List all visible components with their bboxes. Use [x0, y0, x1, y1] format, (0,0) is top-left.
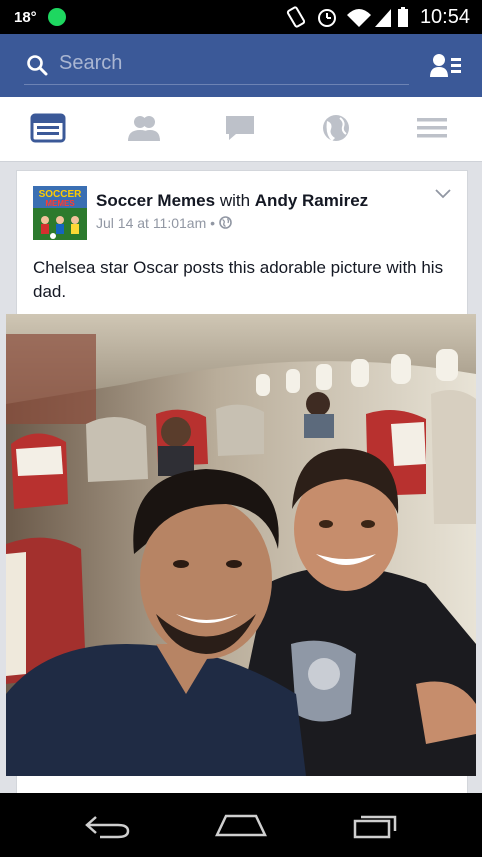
messages-icon [226, 116, 254, 140]
status-icons [286, 6, 408, 28]
back-icon[interactable] [82, 813, 132, 839]
wifi-icon [347, 9, 371, 27]
public-globe-icon [219, 216, 232, 229]
post-author-line: Soccer Memes with Andy Ramirez [96, 191, 368, 211]
tab-messages[interactable] [192, 97, 288, 161]
selfie-photo-illustration [6, 314, 476, 776]
home-icon[interactable] [214, 813, 268, 839]
tab-notifications[interactable] [288, 97, 384, 161]
recent-apps-icon[interactable] [352, 813, 400, 839]
vibrate-icon [286, 6, 306, 28]
tab-friend-requests[interactable] [96, 97, 192, 161]
tab-news-feed[interactable] [0, 97, 96, 161]
clock: 10:54 [419, 6, 470, 28]
svg-text:MEMES: MEMES [45, 199, 75, 208]
post-message: Chelsea star Oscar posts this adorable p… [33, 258, 444, 301]
globe-icon [323, 115, 349, 141]
chevron-down-icon[interactable] [435, 189, 451, 199]
temperature: 18° [14, 9, 37, 26]
app-bar: Search [0, 34, 482, 97]
friends-icon [128, 116, 160, 141]
system-nav-bar [0, 793, 482, 857]
search-input[interactable]: Search [24, 46, 409, 85]
post-timestamp[interactable]: Jul 14 at 11:01am [96, 215, 206, 231]
battery-icon [398, 7, 408, 27]
alarm-icon [318, 9, 336, 27]
page-name[interactable]: Soccer Memes [96, 191, 215, 210]
news-feed-icon [30, 113, 66, 143]
soccer-memes-logo: SOCCER MEMES [33, 186, 87, 240]
spotify-icon [48, 8, 66, 26]
menu-icon [417, 118, 447, 138]
search-icon [27, 55, 48, 76]
tab-more[interactable] [384, 97, 480, 161]
page-avatar[interactable]: SOCCER MEMES [33, 186, 87, 240]
meta-separator: • [210, 215, 216, 231]
post-photo[interactable] [6, 314, 476, 776]
post-meta: Jul 14 at 11:01am • [96, 215, 232, 231]
tab-bar [0, 97, 482, 162]
signal-icon [375, 9, 391, 27]
with-text: with [219, 191, 251, 210]
search-placeholder: Search [59, 52, 123, 74]
friend-list-icon[interactable] [430, 53, 462, 79]
tagged-person[interactable]: Andy Ramirez [255, 191, 368, 210]
status-bar: 18° 10:54 [0, 0, 482, 34]
